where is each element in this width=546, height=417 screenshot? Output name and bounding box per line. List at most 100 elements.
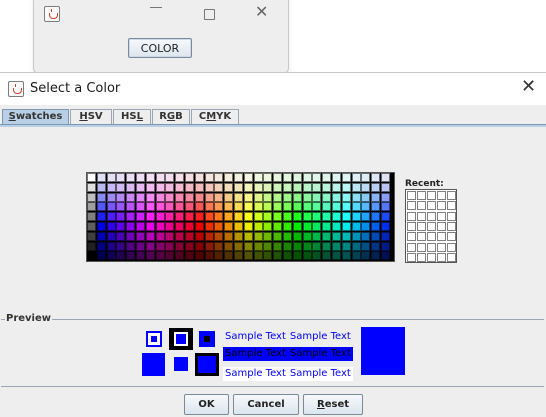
- swatch-cell[interactable]: [263, 222, 273, 231]
- swatch-cell[interactable]: [351, 241, 361, 251]
- swatch-cell[interactable]: [136, 202, 145, 212]
- swatch-cell[interactable]: [273, 231, 283, 241]
- swatch-cell[interactable]: [351, 231, 361, 241]
- swatch-cell[interactable]: [194, 173, 204, 182]
- recent-swatch-cell[interactable]: [417, 211, 426, 221]
- swatch-cell[interactable]: [381, 251, 390, 261]
- swatch-cell[interactable]: [136, 222, 145, 231]
- recent-swatch-cell[interactable]: [437, 252, 446, 262]
- swatch-cell[interactable]: [351, 182, 361, 192]
- swatch-cell[interactable]: [361, 251, 371, 261]
- swatch-cell[interactable]: [283, 222, 292, 231]
- swatch-cell[interactable]: [234, 173, 243, 182]
- swatch-cell[interactable]: [194, 192, 204, 202]
- recent-swatch-cell[interactable]: [407, 201, 416, 211]
- swatch-cell[interactable]: [341, 202, 351, 212]
- swatch-cell[interactable]: [341, 173, 351, 182]
- swatch-cell[interactable]: [224, 212, 234, 222]
- swatch-cell[interactable]: [273, 241, 283, 251]
- swatch-cell[interactable]: [332, 212, 341, 222]
- swatch-cell[interactable]: [165, 202, 175, 212]
- swatch-cell[interactable]: [204, 222, 214, 231]
- swatch-cell[interactable]: [371, 192, 381, 202]
- recent-swatch-cell[interactable]: [437, 201, 446, 211]
- swatch-cell[interactable]: [322, 202, 332, 212]
- swatch-cell[interactable]: [116, 182, 126, 192]
- swatch-cell[interactable]: [165, 241, 175, 251]
- swatch-cell[interactable]: [351, 202, 361, 212]
- recent-swatch-cell[interactable]: [407, 221, 416, 231]
- swatch-cell[interactable]: [273, 182, 283, 192]
- swatch-cell[interactable]: [263, 251, 273, 261]
- swatch-cell[interactable]: [243, 251, 253, 261]
- swatch-cell[interactable]: [234, 241, 243, 251]
- swatch-cell[interactable]: [253, 231, 263, 241]
- swatch-cell[interactable]: [361, 182, 371, 192]
- swatch-cell[interactable]: [145, 251, 155, 261]
- swatch-cell[interactable]: [351, 192, 361, 202]
- swatch-cell[interactable]: [381, 231, 390, 241]
- swatch-cell[interactable]: [371, 212, 381, 222]
- swatch-cell[interactable]: [175, 251, 185, 261]
- swatch-cell[interactable]: [214, 251, 224, 261]
- swatch-cell[interactable]: [106, 222, 116, 231]
- swatch-cell[interactable]: [283, 212, 292, 222]
- swatch-cell[interactable]: [332, 182, 341, 192]
- swatch-cell[interactable]: [302, 241, 312, 251]
- swatch-cell[interactable]: [322, 251, 332, 261]
- swatch-cell[interactable]: [204, 231, 214, 241]
- swatch-cell[interactable]: [145, 241, 155, 251]
- swatch-cell[interactable]: [253, 202, 263, 212]
- swatch-cell[interactable]: [224, 251, 234, 261]
- swatch-cell[interactable]: [145, 202, 155, 212]
- swatch-cell[interactable]: [194, 222, 204, 231]
- tab-cmyk[interactable]: CMYK: [191, 109, 239, 124]
- recent-swatch-cell[interactable]: [427, 221, 436, 231]
- swatch-cell[interactable]: [243, 192, 253, 202]
- swatch-cell[interactable]: [106, 173, 116, 182]
- swatch-cell[interactable]: [273, 222, 283, 231]
- swatch-cell[interactable]: [194, 182, 204, 192]
- swatch-cell[interactable]: [283, 241, 292, 251]
- recent-swatch-cell[interactable]: [407, 242, 416, 252]
- swatch-cell[interactable]: [341, 241, 351, 251]
- swatch-cell[interactable]: [243, 173, 253, 182]
- swatch-cell[interactable]: [96, 192, 106, 202]
- swatch-cell[interactable]: [341, 192, 351, 202]
- swatch-cell[interactable]: [224, 222, 234, 231]
- recent-swatch-cell[interactable]: [417, 191, 426, 200]
- swatch-cell[interactable]: [204, 251, 214, 261]
- minimize-icon[interactable]: [150, 7, 162, 8]
- swatch-cell[interactable]: [263, 212, 273, 222]
- swatch-cell[interactable]: [322, 212, 332, 222]
- recent-swatch-cell[interactable]: [437, 191, 446, 200]
- swatch-cell[interactable]: [204, 173, 214, 182]
- swatch-cell[interactable]: [185, 251, 194, 261]
- swatch-cell[interactable]: [194, 202, 204, 212]
- swatch-cell[interactable]: [263, 182, 273, 192]
- swatch-cell[interactable]: [145, 222, 155, 231]
- swatch-cell[interactable]: [214, 231, 224, 241]
- recent-swatch-cell[interactable]: [417, 252, 426, 262]
- swatch-cell[interactable]: [234, 222, 243, 231]
- swatch-cell[interactable]: [292, 182, 302, 192]
- swatch-cell[interactable]: [351, 212, 361, 222]
- swatch-cell[interactable]: [106, 202, 116, 212]
- recent-swatch-cell[interactable]: [447, 191, 456, 200]
- swatch-cell[interactable]: [87, 222, 96, 231]
- recent-swatch-cell[interactable]: [447, 252, 456, 262]
- swatch-cell[interactable]: [292, 173, 302, 182]
- swatch-cell[interactable]: [361, 173, 371, 182]
- swatch-cell[interactable]: [273, 202, 283, 212]
- swatch-cell[interactable]: [194, 212, 204, 222]
- swatch-cell[interactable]: [371, 202, 381, 212]
- swatch-cell[interactable]: [253, 251, 263, 261]
- swatch-cell[interactable]: [371, 231, 381, 241]
- ok-button[interactable]: OK: [184, 394, 229, 415]
- swatch-cell[interactable]: [116, 241, 126, 251]
- swatch-cell[interactable]: [106, 231, 116, 241]
- swatch-cell[interactable]: [185, 231, 194, 241]
- swatch-cell[interactable]: [106, 212, 116, 222]
- recent-swatch-cell[interactable]: [437, 221, 446, 231]
- swatch-cell[interactable]: [204, 192, 214, 202]
